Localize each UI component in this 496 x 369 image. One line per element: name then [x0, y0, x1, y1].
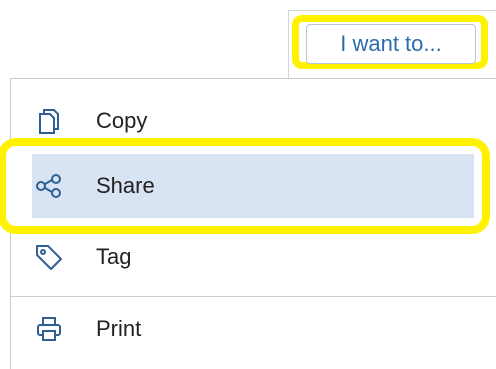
menu-item-label: Copy [96, 108, 148, 133]
i-want-to-button[interactable]: I want to... [306, 24, 476, 64]
menu-item-print[interactable]: Print [10, 294, 496, 364]
share-icon [34, 171, 64, 201]
menu-item-label: Tag [96, 244, 132, 269]
print-icon [34, 314, 64, 344]
menu-item-label: Share [96, 173, 155, 198]
tag-icon [34, 242, 64, 272]
menu-item-tag[interactable]: Tag [10, 222, 496, 292]
menu-item-label: Print [96, 316, 142, 341]
menu-item-share[interactable]: Share [32, 154, 474, 218]
copy-icon [34, 106, 64, 136]
